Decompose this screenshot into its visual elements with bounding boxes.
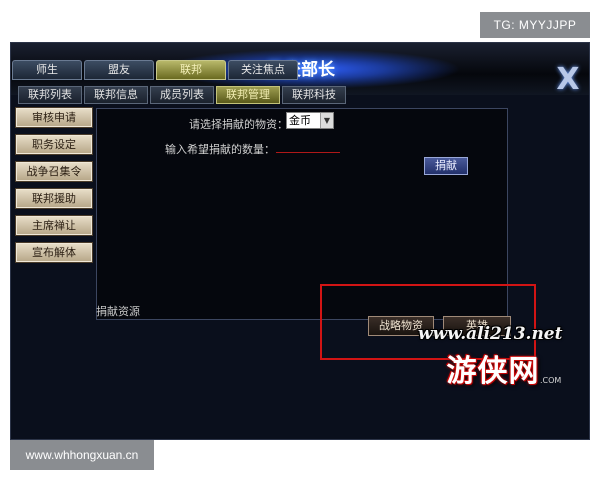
dissolve-federation-button[interactable]: 宣布解体 [15,242,93,263]
chairman-abdicate-button[interactable]: 主席禅让 [15,215,93,236]
chevron-down-icon[interactable]: ▼ [320,113,333,128]
select-resource-label: 请选择捐献的物资： [189,118,288,131]
secondary-tabs: 联邦列表 联邦信息 成员列表 联邦管理 联邦科技 [18,86,346,104]
quantity-label: 输入希望捐献的数量： [165,143,275,156]
federation-aid-button[interactable]: 联邦援助 [15,188,93,209]
watermark-url: www.ali213.net [418,324,563,344]
management-sidebar: 审核申请 职务设定 战争召集令 联邦援助 主席禅让 宣布解体 [15,107,93,263]
review-applications-button[interactable]: 审核申请 [15,107,93,128]
tab-federation-management[interactable]: 联邦管理 [216,86,280,104]
tab-federation-tech[interactable]: 联邦科技 [282,86,346,104]
watermark-com: .COM [540,376,562,385]
bottom-watermark-badge: www.whhongxuan.cn [10,440,154,470]
tab-federation-list[interactable]: 联邦列表 [18,86,82,104]
donate-button[interactable]: 捐献 [424,157,468,175]
resource-select-value: 金币 [289,114,311,127]
tab-federation-info[interactable]: 联邦信息 [84,86,148,104]
resource-select[interactable]: 金币 ▼ [286,112,334,129]
watermark-logo-text: 游侠网 [446,354,540,389]
war-summons-button[interactable]: 战争召集令 [15,161,93,182]
tab-federation[interactable]: 联邦 [156,60,226,80]
screenshot-page: TG: MYYJJPP 外交部长 X 师生 盟友 联邦 关注焦点 联邦列表 联邦… [0,0,600,480]
primary-tabs: 师生 盟友 联邦 关注焦点 [12,60,298,80]
tab-teacher-student[interactable]: 师生 [12,60,82,80]
top-watermark-badge: TG: MYYJJPP [480,12,590,38]
watermark-logo: 游侠网 [430,346,556,390]
position-settings-button[interactable]: 职务设定 [15,134,93,155]
tab-allies[interactable]: 盟友 [84,60,154,80]
tab-member-list[interactable]: 成员列表 [150,86,214,104]
quantity-input[interactable] [276,152,340,153]
close-x-icon[interactable]: X [551,63,585,97]
donate-resources-label: 捐献资源 [96,305,140,318]
tab-focus[interactable]: 关注焦点 [228,60,298,80]
